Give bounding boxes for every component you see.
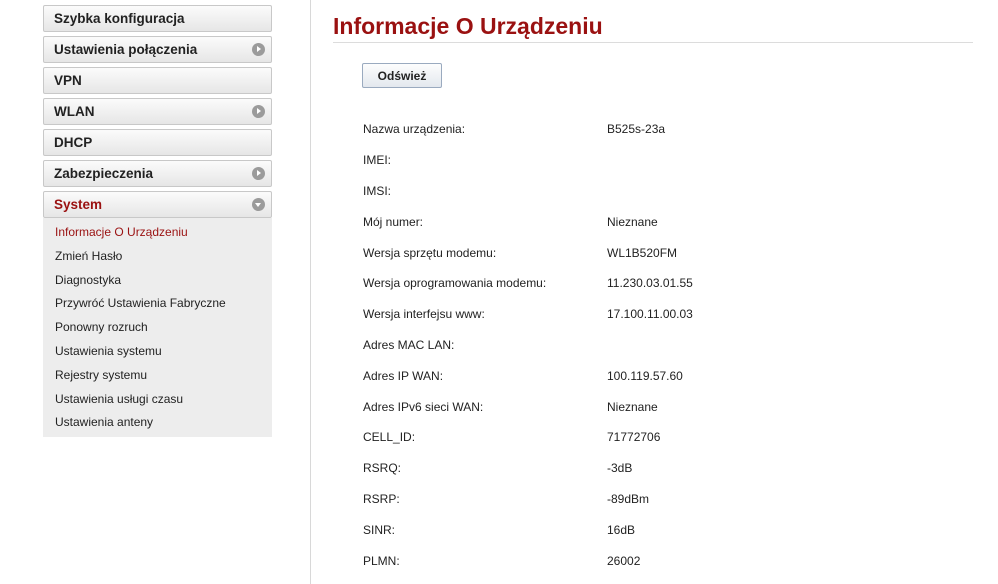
nav-label: WLAN: [54, 104, 95, 119]
info-label: Wersja interfejsu www:: [363, 307, 485, 322]
nav-security[interactable]: Zabezpieczenia: [43, 160, 272, 187]
info-row-imsi: IMSI:: [363, 176, 807, 207]
submenu-time-settings[interactable]: Ustawienia usługi czasu: [43, 388, 272, 412]
submenu-system-settings[interactable]: Ustawienia systemu: [43, 340, 272, 364]
nav-vpn[interactable]: VPN: [43, 67, 272, 94]
nav-label: System: [54, 197, 103, 212]
info-label: Wersja sprzętu modemu:: [363, 245, 497, 260]
info-row-webui-version: Wersja interfejsu www: 17.100.11.00.03: [363, 299, 807, 330]
chevron-right-icon: [252, 167, 265, 180]
sidebar: Szybka konfiguracja Ustawienia połączeni…: [43, 5, 272, 438]
info-row-cell-id: CELL_ID: 71772706: [363, 422, 807, 453]
info-value: 71772706: [607, 430, 661, 445]
info-label: SINR:: [363, 522, 396, 537]
info-row-rsrq: RSRQ: -3dB: [363, 453, 807, 484]
chevron-right-icon: [252, 43, 265, 56]
info-value: 100.119.57.60: [607, 368, 683, 383]
info-value: Nieznane: [607, 214, 658, 229]
info-label: CELL_ID:: [363, 430, 416, 445]
nav-label: Zabezpieczenia: [54, 166, 154, 181]
info-label: Wersja oprogramowania modemu:: [363, 276, 547, 291]
info-label: IMSI:: [363, 183, 392, 198]
info-value: Nieznane: [607, 399, 658, 414]
info-row-sinr: SINR: 16dB: [363, 514, 807, 545]
info-label: Adres MAC LAN:: [363, 337, 455, 352]
nav-wlan[interactable]: WLAN: [43, 98, 272, 125]
info-value: -89dBm: [607, 491, 650, 506]
submenu-device-info[interactable]: Informacje O Urządzeniu: [43, 221, 272, 245]
info-label: Adres IPv6 sieci WAN:: [363, 399, 484, 414]
page-title: Informacje O Urządzeniu: [333, 13, 603, 39]
system-submenu: Informacje O Urządzeniu Zmień Hasło Diag…: [43, 218, 272, 438]
info-value: WL1B520FM: [607, 245, 678, 260]
title-divider: [333, 42, 973, 43]
info-value: 17.100.11.00.03: [607, 307, 693, 322]
info-value: 26002: [607, 553, 641, 568]
nav-label: Ustawienia połączenia: [54, 42, 198, 57]
submenu-diagnostics[interactable]: Diagnostyka: [43, 269, 272, 293]
info-row-wan-ip: Adres IP WAN: 100.119.57.60: [363, 360, 807, 391]
submenu-antenna-settings[interactable]: Ustawienia anteny: [43, 411, 272, 435]
chevron-right-icon: [252, 105, 265, 118]
info-row-plmn: PLMN: 26002: [363, 545, 807, 576]
info-row-lan-mac: Adres MAC LAN:: [363, 330, 807, 361]
info-value: B525s-23a: [607, 122, 666, 137]
nav-system[interactable]: System: [43, 191, 272, 218]
refresh-button[interactable]: Odśwież: [362, 63, 442, 88]
info-label: RSRQ:: [363, 461, 402, 476]
nav-label: Szybka konfiguracja: [54, 11, 185, 26]
info-row-software-version: Wersja oprogramowania modemu: 11.230.03.…: [363, 268, 807, 299]
submenu-factory-reset[interactable]: Przywróć Ustawienia Fabryczne: [43, 292, 272, 316]
info-value: 11.230.03.01.55: [607, 276, 693, 291]
info-label: Adres IP WAN:: [363, 368, 444, 383]
info-row-device-name: Nazwa urządzenia: B525s-23a: [363, 114, 807, 145]
info-row-my-number: Mój numer: Nieznane: [363, 206, 807, 237]
nav-connection-settings[interactable]: Ustawienia połączenia: [43, 36, 272, 63]
vertical-divider: [310, 0, 311, 584]
info-label: Nazwa urządzenia:: [363, 122, 466, 137]
device-info-table: Nazwa urządzenia: B525s-23a IMEI: IMSI: …: [363, 114, 807, 576]
info-label: RSRP:: [363, 491, 400, 506]
chevron-down-icon: [252, 198, 265, 211]
nav-label: DHCP: [54, 135, 93, 150]
info-label: PLMN:: [363, 553, 400, 568]
nav-dhcp[interactable]: DHCP: [43, 129, 272, 156]
info-label: Mój numer:: [363, 214, 424, 229]
info-row-wan-ipv6: Adres IPv6 sieci WAN: Nieznane: [363, 391, 807, 422]
info-value: 16dB: [607, 522, 636, 537]
info-row-hardware-version: Wersja sprzętu modemu: WL1B520FM: [363, 237, 807, 268]
info-value: -3dB: [607, 461, 633, 476]
submenu-system-logs[interactable]: Rejestry systemu: [43, 364, 272, 388]
submenu-reboot[interactable]: Ponowny rozruch: [43, 316, 272, 340]
info-row-rsrp: RSRP: -89dBm: [363, 484, 807, 515]
nav-label: VPN: [54, 73, 82, 88]
info-row-imei: IMEI:: [363, 145, 807, 176]
info-label: IMEI:: [363, 153, 392, 168]
nav-quick-setup[interactable]: Szybka konfiguracja: [43, 5, 272, 32]
submenu-change-password[interactable]: Zmień Hasło: [43, 245, 272, 269]
